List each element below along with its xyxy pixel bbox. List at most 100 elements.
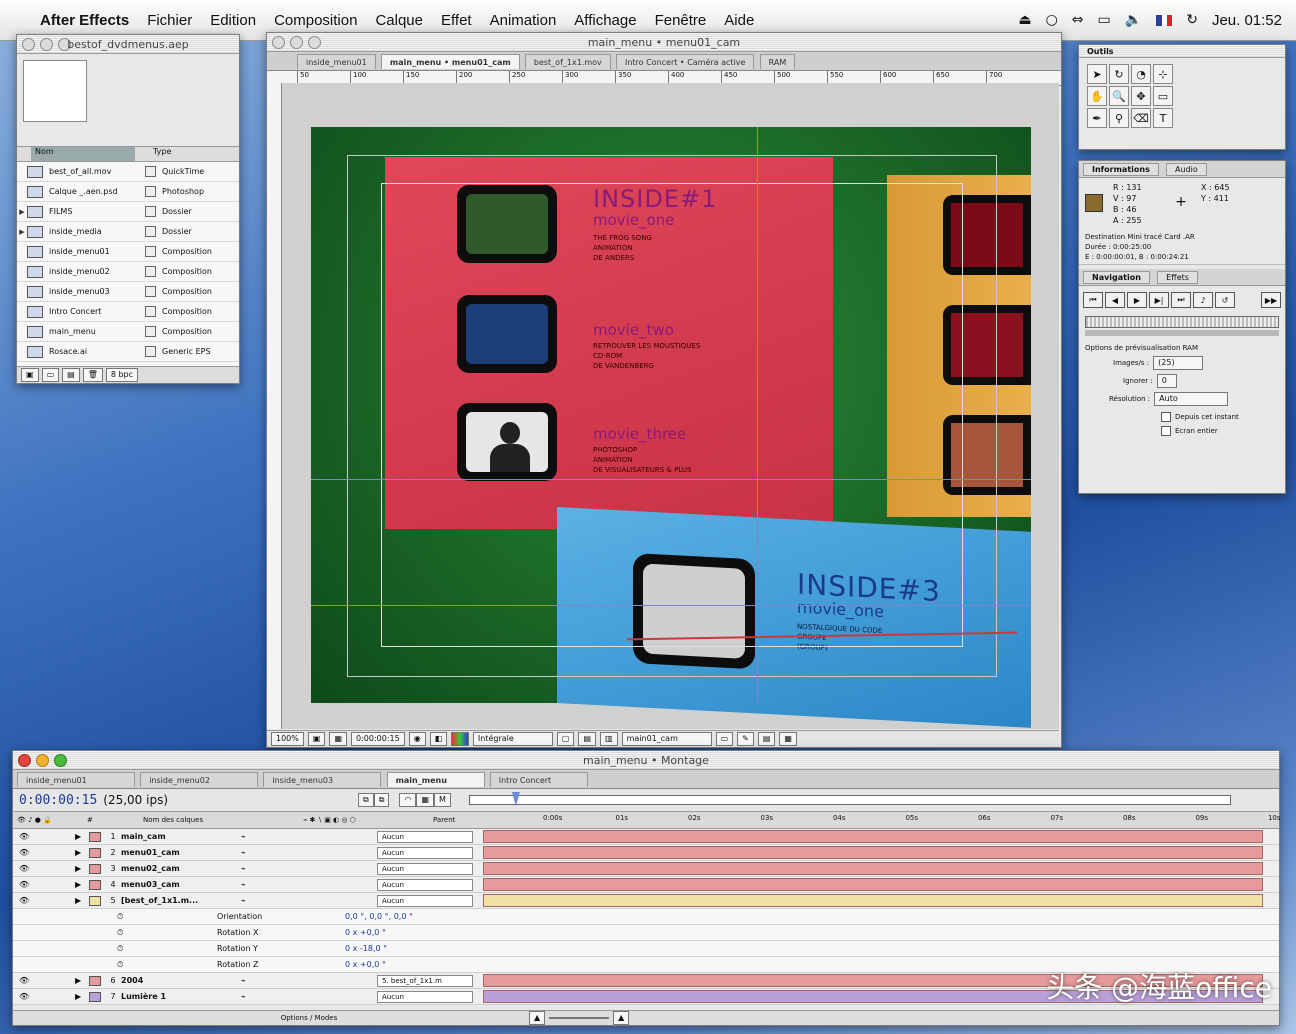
tools-titlebar[interactable]: Outils — [1079, 45, 1285, 58]
pan-behind-tool-icon[interactable]: ⊹ — [1153, 64, 1173, 84]
layer-row[interactable]: 👁 ▶ 3 menu02_cam ⌁ Aucun — [13, 861, 1279, 877]
label-color-swatch[interactable] — [89, 863, 101, 874]
tab-informations[interactable]: Informations — [1083, 163, 1159, 176]
visibility-icon[interactable]: 👁 — [13, 832, 75, 841]
loop-icon[interactable]: ↺ — [1215, 292, 1235, 308]
parent-select[interactable]: Aucun — [377, 862, 473, 875]
rotation-tool-icon[interactable]: ↻ — [1109, 64, 1129, 84]
resolution-select[interactable]: Auto — [1154, 392, 1229, 406]
layer-name-header[interactable]: Nom des calques — [103, 816, 303, 824]
visibility-icon[interactable]: 👁 — [13, 976, 75, 985]
label-color-swatch[interactable] — [89, 831, 101, 842]
time-ruler[interactable]: 0:00s 01s 02s 03s 04s 05s 06s 07s 08s 09s 10s — [543, 812, 1281, 828]
visibility-icon[interactable]: 👁 — [13, 848, 75, 857]
property-row[interactable]: ⏱ Rotation Y 0 x -18,0 ° — [13, 941, 1279, 957]
comp-timecode[interactable]: 0:00:00:15 — [351, 732, 405, 746]
camera-orbit-tool-icon[interactable]: ◔ — [1131, 64, 1151, 84]
jog-slider[interactable] — [1085, 316, 1279, 328]
fast-preview-icon[interactable]: ✎ — [737, 732, 754, 746]
full-screen-checkbox[interactable] — [1161, 426, 1171, 436]
trash-button[interactable]: 🗑 — [82, 368, 103, 382]
last-frame-icon[interactable]: ⏭ — [1171, 292, 1191, 308]
parent-header[interactable]: Parent — [433, 816, 543, 824]
project-item[interactable]: ▶ FILMS Dossier — [17, 202, 239, 222]
work-area-bar[interactable] — [468, 792, 1231, 806]
sync-icon[interactable]: ⇔ — [1072, 12, 1084, 28]
prev-frame-icon[interactable]: ◀ — [1105, 292, 1125, 308]
pixel-aspect-icon[interactable]: ▥ — [600, 732, 618, 746]
layer-switches[interactable]: ⌁ — [231, 896, 371, 905]
tab-inside-menu01[interactable]: inside_menu01 — [297, 54, 376, 69]
label-color-swatch[interactable] — [89, 975, 101, 986]
parent-select[interactable]: Aucun — [377, 830, 473, 843]
layer-duration-bar[interactable] — [483, 846, 1263, 859]
comp-frame[interactable]: INSIDE#1 movie_one THE FROG SONG ANIMATI… — [311, 127, 1031, 728]
comp-viewer[interactable]: INSIDE#1 movie_one THE FROG SONG ANIMATI… — [267, 83, 1059, 729]
comp-mini-button[interactable]: ⧉ — [373, 793, 390, 807]
tab-audio[interactable]: Audio — [1166, 163, 1207, 176]
zoom-select[interactable]: 100% — [271, 732, 304, 746]
menu-effet[interactable]: Effet — [441, 12, 472, 29]
menu-affichage[interactable]: Affichage — [574, 12, 636, 29]
menu-composition[interactable]: Composition — [274, 12, 357, 29]
transparency-icon[interactable]: ▤ — [578, 732, 597, 746]
project-item[interactable]: main_menu Composition — [17, 322, 239, 342]
show-snapshot-icon[interactable]: ◧ — [429, 732, 448, 746]
label-color-swatch[interactable] — [89, 895, 101, 906]
bubble-icon[interactable]: ○ — [1046, 12, 1058, 28]
ram-preview-icon[interactable]: ▶▶ — [1261, 292, 1281, 308]
label-color-swatch[interactable] — [89, 879, 101, 890]
play-icon[interactable]: ▶ — [1127, 292, 1147, 308]
shy-button[interactable]: ◠ — [399, 793, 417, 807]
shuttle-slider[interactable] — [1085, 330, 1279, 336]
zoom-in-icon[interactable]: ▲ — [613, 1011, 630, 1025]
property-row[interactable]: ⏱ Orientation 0,0 °, 0,0 °, 0,0 ° — [13, 909, 1279, 925]
tab-navigation[interactable]: Navigation — [1083, 271, 1150, 284]
camera-select[interactable]: main01_cam — [621, 732, 712, 746]
layer-switches[interactable]: ⌁ — [231, 832, 371, 841]
col-name[interactable]: Nom — [31, 147, 135, 161]
timeline-icon[interactable]: ▤ — [757, 732, 776, 746]
frame-blend-button[interactable]: ▦ — [416, 793, 434, 807]
layer-switches[interactable]: ⌁ — [231, 848, 371, 857]
refresh-icon[interactable]: ↻ — [1186, 12, 1198, 28]
parent-select[interactable]: Aucun — [377, 846, 473, 859]
menu-calque[interactable]: Calque — [375, 12, 423, 29]
channel-icon[interactable] — [451, 732, 469, 746]
parent-select[interactable]: 5. best_of_1x1.m — [377, 974, 473, 987]
menu-fenetre[interactable]: Fenêtre — [655, 12, 707, 29]
skip-input[interactable]: 0 — [1156, 374, 1177, 388]
eject-icon[interactable]: ⏏ — [1018, 12, 1031, 28]
stopwatch-icon[interactable]: ⏱ — [13, 944, 217, 954]
safe-zones-button[interactable]: ▣ — [307, 732, 326, 746]
project-item[interactable]: Intro Concert Composition — [17, 302, 239, 322]
layer-switches[interactable]: ⌁ — [231, 976, 371, 985]
layer-duration-bar[interactable] — [483, 862, 1263, 875]
tab-inside-menu02[interactable]: inside_menu02 — [140, 772, 259, 787]
region-icon[interactable]: ▢ — [556, 732, 575, 746]
layer-row[interactable]: 👁 ▶ 1 main_cam ⌁ Aucun — [13, 829, 1279, 845]
grid-button[interactable]: ▦ — [329, 732, 347, 746]
quality-select[interactable]: Intégrale — [472, 732, 553, 746]
label-color-swatch[interactable] — [89, 847, 101, 858]
project-item[interactable]: best_of_all.mov QuickTime — [17, 162, 239, 182]
property-value[interactable]: 0,0 °, 0,0 °, 0,0 ° — [345, 912, 545, 921]
layer-duration-bar[interactable] — [483, 894, 1263, 907]
layer-name[interactable]: main_cam — [121, 832, 231, 841]
project-item[interactable]: Rosace.ai Generic EPS — [17, 342, 239, 362]
timeline-zoom-slider[interactable] — [549, 1017, 610, 1019]
first-frame-icon[interactable]: ⏮ — [1083, 292, 1103, 308]
clock[interactable]: Jeu. 01:52 — [1212, 12, 1282, 29]
disclosure-icon[interactable]: ▶ — [17, 228, 27, 236]
layer-name[interactable]: menu02_cam — [121, 864, 231, 873]
tab-main-menu[interactable]: main_menu — [386, 772, 485, 787]
frames-select[interactable]: (25) — [1153, 356, 1204, 370]
project-item[interactable]: inside_menu03 Composition — [17, 282, 239, 302]
track-xy-tool-icon[interactable]: ✥ — [1131, 86, 1151, 106]
clone-stamp-tool-icon[interactable]: ⚲ — [1109, 108, 1129, 128]
project-titlebar[interactable]: bestof_dvdmenus.aep — [17, 35, 239, 54]
property-row[interactable]: ⏱ Rotation X 0 x +0,0 ° — [13, 925, 1279, 941]
property-value[interactable]: 0 x -18,0 ° — [345, 944, 545, 953]
menu-edition[interactable]: Edition — [210, 12, 256, 29]
expand-icon[interactable]: ▶ — [75, 992, 89, 1001]
